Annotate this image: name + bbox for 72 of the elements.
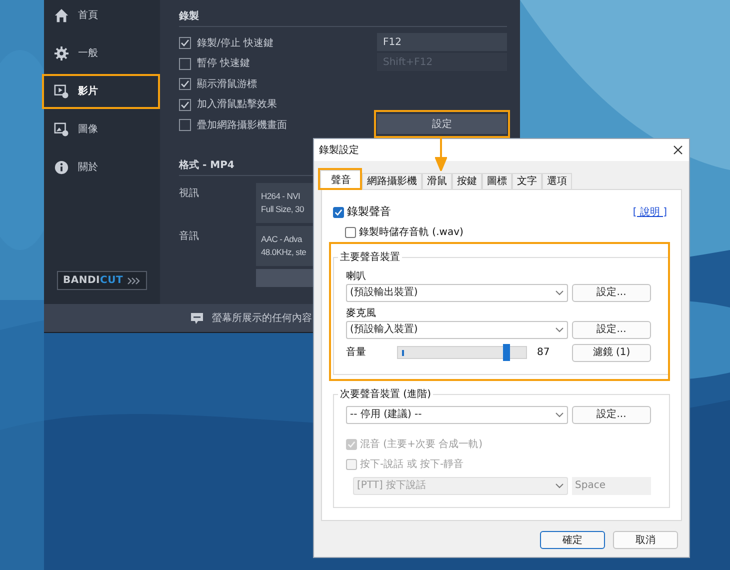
device-label: 麥克風 (346, 306, 376, 320)
format-label: 視訊 (179, 186, 200, 200)
tab[interactable]: 按鍵 (452, 173, 482, 189)
dropdown[interactable]: -- 停用 (建議) -- (346, 406, 568, 424)
sidebar-item[interactable]: 影片 (42, 74, 160, 109)
dropdown[interactable]: (預設輸入裝置) (346, 320, 568, 338)
checkbox[interactable] (333, 206, 344, 218)
tab[interactable]: 滑鼠 (422, 173, 452, 189)
home-icon (54, 8, 69, 23)
button[interactable]: 設定... (572, 406, 651, 424)
tab[interactable]: 文字 (512, 173, 542, 189)
format-text: H264 - NVI (261, 192, 300, 200)
chevron-down-icon (555, 412, 564, 418)
info-icon (54, 160, 69, 175)
checkbox-label: 顯示滑鼠游標 (197, 78, 257, 92)
volume-value: 87 (536, 346, 551, 360)
group-title: 次要聲音裝置 (進階) (339, 388, 432, 402)
gear-icon (54, 46, 69, 61)
checkbox[interactable] (179, 78, 191, 90)
status-text: 螢幕所展示的任何內容 (212, 312, 312, 326)
format-text: Full Size, 30 (261, 205, 304, 214)
highlight-frame (318, 168, 362, 190)
checkbox-label: 錄製聲音 (347, 204, 391, 220)
format-label: 音訊 (179, 230, 200, 244)
video-gear-icon (54, 84, 69, 99)
checkbox[interactable] (179, 119, 191, 132)
button[interactable]: 取消 (613, 531, 678, 549)
hotkey-field[interactable]: F12 (377, 33, 507, 51)
button[interactable]: 設定... (572, 284, 651, 302)
chat-icon (191, 312, 203, 324)
chevron-down-icon (555, 482, 564, 488)
sidebar-item[interactable]: 一般 (42, 36, 160, 71)
image-gear-icon (54, 122, 69, 137)
checkbox-label: 加入滑鼠點擊效果 (197, 98, 277, 112)
format-text: 48.0KHz, ste (261, 248, 306, 256)
device-label: 喇叭 (346, 270, 366, 284)
checkbox[interactable] (179, 58, 191, 70)
button[interactable]: 濾鏡 (1) (572, 344, 651, 362)
button[interactable]: 設定... (572, 320, 651, 338)
tab[interactable]: 圖標 (482, 173, 512, 189)
checkbox-label: 暫停 快速鍵 (197, 56, 250, 72)
checkbox[interactable] (179, 98, 191, 111)
checkbox-label: 混音 (主要+次要 合成一軌) (360, 438, 483, 452)
dropdown[interactable]: (預設輸出裝置) (346, 284, 568, 302)
checkbox-label: 疊加網路攝影機畫面 (197, 118, 287, 133)
volume-label: 音量 (346, 346, 367, 360)
checkbox[interactable] (345, 226, 356, 238)
bandicut-logo[interactable]: BANDICUT (57, 271, 147, 290)
button[interactable]: 確定 (540, 531, 605, 549)
checkbox-label: 錄製時儲存音軌 (.wav) (359, 226, 464, 240)
checkbox[interactable] (179, 37, 191, 50)
close-icon[interactable] (673, 145, 683, 155)
chevron-down-icon (555, 326, 564, 332)
volume-slider[interactable] (397, 346, 527, 359)
tab[interactable]: 網路攝影機 (362, 173, 422, 189)
sidebar-item[interactable]: 首頁 (42, 0, 160, 33)
sidebar-item[interactable]: 關於 (42, 150, 160, 185)
help-link[interactable]: [ 說明 ] (632, 204, 667, 220)
dialog-title: 錄製設定 (319, 144, 359, 158)
checkbox-label: 按下-說話 或 按下-靜音 (360, 458, 464, 472)
slider-thumb[interactable] (502, 344, 510, 361)
format-text: AAC - Adva (261, 234, 302, 243)
chevron-down-icon (555, 290, 564, 296)
tab[interactable]: 選項 (542, 173, 572, 189)
settings-button[interactable]: 設定 (377, 114, 507, 134)
chevrons-icon (127, 276, 142, 284)
section-title: 錄製 (179, 10, 200, 24)
checkbox-label: 錄製/停止 快速鍵 (197, 36, 274, 51)
group-title: 主要聲音裝置 (339, 250, 401, 264)
sidebar-item[interactable]: 圖像 (42, 112, 160, 147)
arrow-icon (435, 138, 447, 171)
section-title: 格式 - MP4 (179, 158, 236, 172)
